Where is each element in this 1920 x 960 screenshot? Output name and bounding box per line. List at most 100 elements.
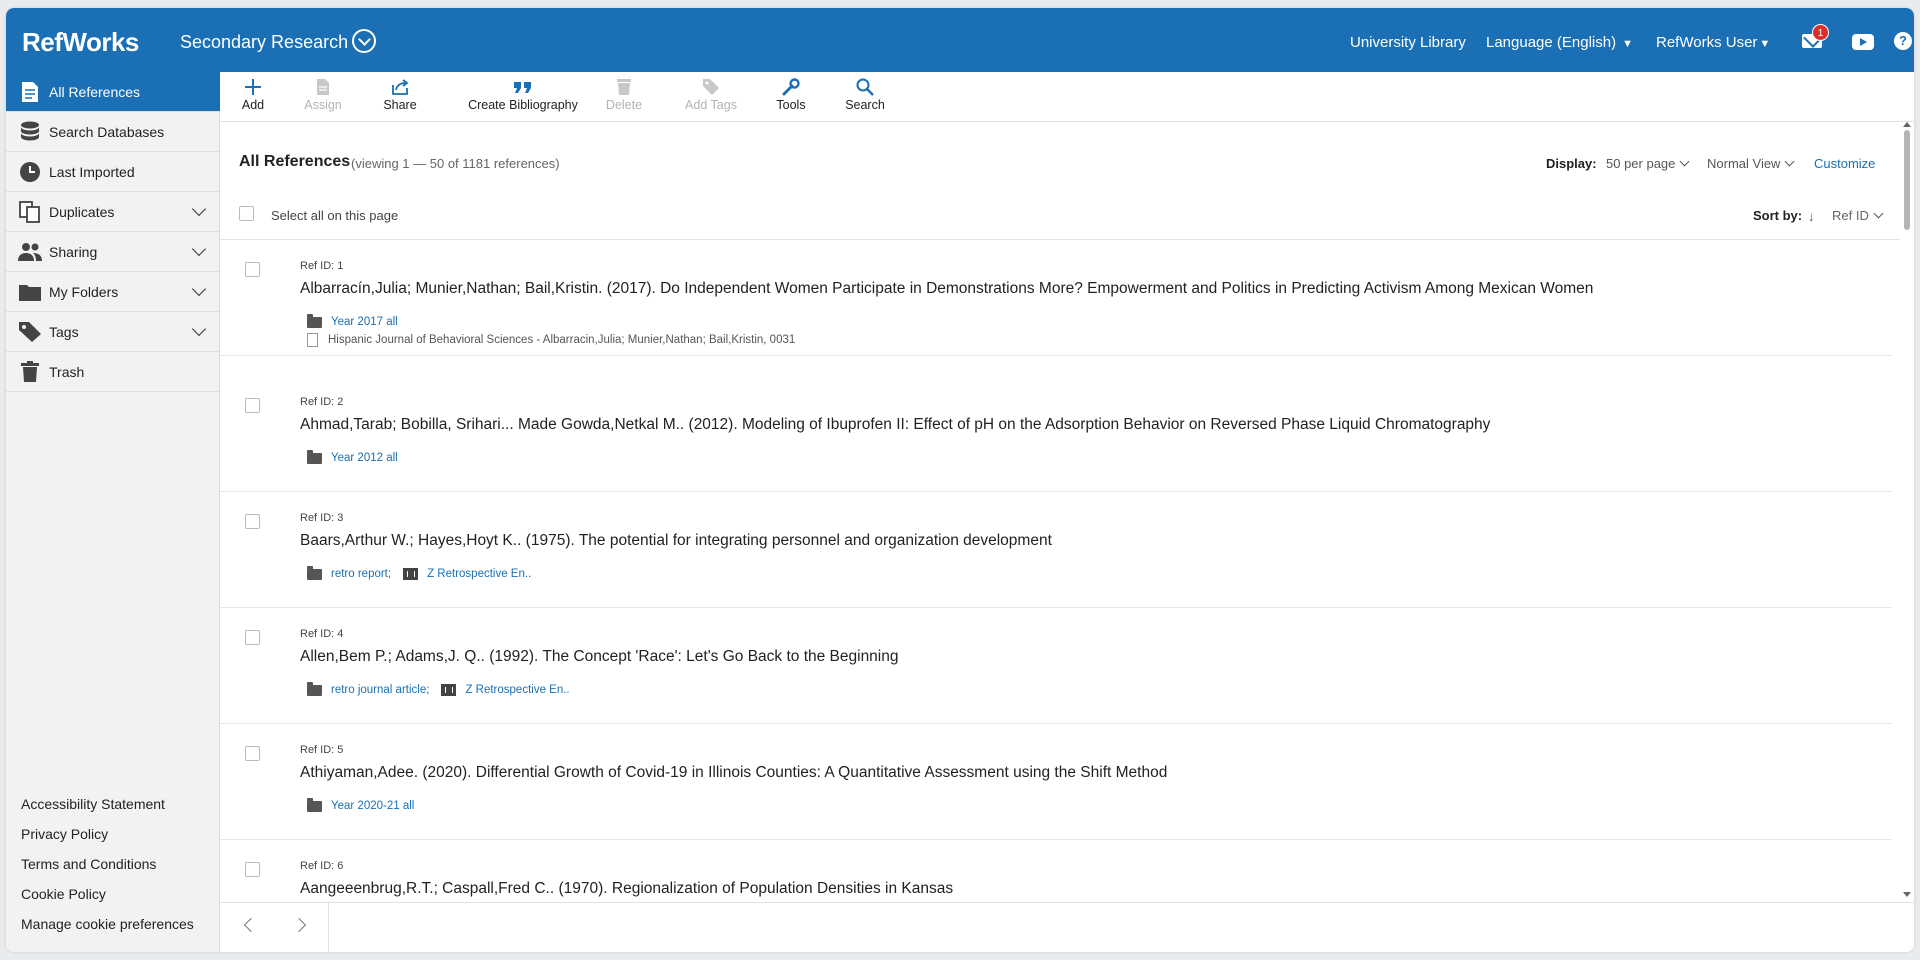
privacy-policy-link[interactable]: Privacy Policy <box>21 826 108 842</box>
reference-title[interactable]: Aangeeenbrug,R.T.; Caspall,Fred C.. (197… <box>300 880 953 898</box>
manage-cookies-link[interactable]: Manage cookie preferences <box>21 916 194 932</box>
sidebar-item-duplicates[interactable]: Duplicates <box>6 192 220 232</box>
reference-row[interactable]: Ref ID: 5 Athiyaman,Adee. (2020). Differ… <box>220 724 1892 840</box>
ref-id: Ref ID: 5 <box>300 744 344 756</box>
accessibility-statement-link[interactable]: Accessibility Statement <box>21 796 165 812</box>
clock-icon <box>18 161 42 183</box>
scrollbar-thumb[interactable] <box>1904 130 1910 230</box>
add-button[interactable]: Add <box>236 76 270 112</box>
reference-title[interactable]: Ahmad,Tarab; Bobilla, Srihari... Made Go… <box>300 416 1490 434</box>
search-button[interactable]: Search <box>840 76 890 112</box>
project-name[interactable]: Secondary Research <box>180 32 348 53</box>
folder-icon <box>307 681 322 696</box>
youtube-icon[interactable] <box>1852 34 1874 50</box>
sidebar-item-sharing[interactable]: Sharing <box>6 232 220 272</box>
user-label: RefWorks User <box>1656 34 1758 51</box>
chevron-down-icon[interactable] <box>191 281 207 297</box>
folder-link[interactable]: Year 2020-21 all <box>331 800 414 812</box>
sidebar-item-label: Duplicates <box>49 204 115 220</box>
reference-folders: Year 2017 all <box>307 313 398 328</box>
reference-folders: retro report; Z Retrospective En.. <box>307 565 531 580</box>
reference-row[interactable]: Ref ID: 3 Baars,Arthur W.; Hayes,Hoyt K.… <box>220 492 1892 608</box>
sidebar-item-all-references[interactable]: All References <box>6 72 220 112</box>
customize-link[interactable]: Customize <box>1814 156 1875 171</box>
reference-checkbox[interactable] <box>245 630 260 645</box>
user-menu[interactable]: RefWorks User ▼ <box>1656 34 1770 51</box>
tools-button[interactable]: Tools <box>766 76 816 112</box>
share-button[interactable]: Share <box>380 76 420 112</box>
ref-id: Ref ID: 1 <box>300 260 344 272</box>
chevron-down-icon[interactable] <box>191 241 207 257</box>
sidebar: All References Search Databases Last Imp… <box>6 72 220 952</box>
reference-title[interactable]: Allen,Bem P.; Adams,J. Q.. (1992). The C… <box>300 648 899 666</box>
refworks-logo[interactable]: RefWorks <box>22 27 139 58</box>
trash-icon <box>18 361 42 383</box>
reference-row[interactable]: Ref ID: 2 Ahmad,Tarab; Bobilla, Srihari.… <box>220 376 1892 492</box>
sort-value: Ref ID <box>1832 208 1869 223</box>
sort-select[interactable]: Ref ID <box>1832 208 1884 223</box>
folder-link[interactable]: retro report; <box>331 568 391 580</box>
sidebar-item-label: All References <box>49 84 141 100</box>
university-library-link[interactable]: University Library <box>1350 34 1466 51</box>
ref-id: Ref ID: 6 <box>300 860 344 872</box>
select-all-label: Select all on this page <box>271 208 399 223</box>
create-bibliography-button[interactable]: Create Bibliography <box>452 76 594 112</box>
caret-down-icon: ▼ <box>1622 38 1633 50</box>
display-label: Display: <box>1546 156 1597 171</box>
folder-icon <box>18 281 42 303</box>
folder-link[interactable]: retro journal article; <box>331 684 429 696</box>
add-tags-button[interactable]: Add Tags <box>676 76 746 112</box>
reference-source: Hispanic Journal of Behavioral Sciences … <box>307 333 795 347</box>
share-label: Share <box>383 98 417 112</box>
project-link[interactable]: Z Retrospective En.. <box>465 684 569 696</box>
per-page-select[interactable]: 50 per page <box>1606 156 1690 171</box>
reference-folders: retro journal article; Z Retrospective E… <box>307 681 570 696</box>
chevron-down-icon[interactable] <box>191 321 207 337</box>
sidebar-item-label: Sharing <box>49 244 98 260</box>
reference-checkbox[interactable] <box>245 398 260 413</box>
reference-folders: Year 2012 all <box>307 449 398 464</box>
terms-link[interactable]: Terms and Conditions <box>21 856 156 872</box>
help-icon[interactable]: ? <box>1894 32 1912 50</box>
ref-id: Ref ID: 4 <box>300 628 344 640</box>
database-icon <box>18 121 42 143</box>
view-mode-select[interactable]: Normal View <box>1707 156 1795 171</box>
document-icon <box>307 333 318 347</box>
reference-checkbox[interactable] <box>245 514 260 529</box>
scroll-down-arrow[interactable] <box>1903 892 1911 897</box>
sidebar-item-trash[interactable]: Trash <box>6 352 220 392</box>
chevron-left-icon[interactable] <box>243 917 259 933</box>
share-icon <box>380 76 420 98</box>
reference-title[interactable]: Baars,Arthur W.; Hayes,Hoyt K.. (1975). … <box>300 532 1052 550</box>
reference-checkbox[interactable] <box>245 862 260 877</box>
assign-label: Assign <box>304 98 342 112</box>
sidebar-item-last-imported[interactable]: Last Imported <box>6 152 220 192</box>
add-tags-label: Add Tags <box>685 98 737 112</box>
cookie-policy-link[interactable]: Cookie Policy <box>21 886 106 902</box>
chevron-down-icon[interactable] <box>352 29 376 53</box>
chevron-right-icon[interactable] <box>291 917 307 933</box>
sidebar-item-tags[interactable]: Tags <box>6 312 220 352</box>
assign-button[interactable]: Assign <box>300 76 346 112</box>
reference-row[interactable]: Ref ID: 4 Allen,Bem P.; Adams,J. Q.. (19… <box>220 608 1892 724</box>
folder-link[interactable]: Year 2012 all <box>331 452 398 464</box>
delete-button[interactable]: Delete <box>602 76 646 112</box>
scroll-up-arrow[interactable] <box>1903 122 1911 127</box>
reference-row[interactable]: Ref ID: 6 Aangeeenbrug,R.T.; Caspall,Fre… <box>220 840 1892 902</box>
reference-row[interactable]: Ref ID: 1 Albarracín,Julia; Munier,Natha… <box>220 240 1892 356</box>
folder-link[interactable]: Year 2017 all <box>331 316 398 328</box>
sort-icon[interactable]: ↓ <box>1808 209 1815 224</box>
sidebar-item-search-databases[interactable]: Search Databases <box>6 112 220 152</box>
delete-label: Delete <box>605 98 643 112</box>
project-link[interactable]: Z Retrospective En.. <box>427 568 531 580</box>
reference-title[interactable]: Albarracín,Julia; Munier,Nathan; Bail,Kr… <box>300 280 1593 298</box>
reference-checkbox[interactable] <box>245 262 260 277</box>
chevron-down-icon[interactable] <box>191 201 207 217</box>
reference-checkbox[interactable] <box>245 746 260 761</box>
language-menu[interactable]: Language (English) ▼ <box>1486 34 1633 51</box>
assign-icon <box>300 76 346 98</box>
pagination-bar <box>220 902 1914 952</box>
sidebar-item-my-folders[interactable]: My Folders <box>6 272 220 312</box>
select-all-checkbox[interactable] <box>239 206 254 221</box>
reference-title[interactable]: Athiyaman,Adee. (2020). Differential Gro… <box>300 764 1167 782</box>
